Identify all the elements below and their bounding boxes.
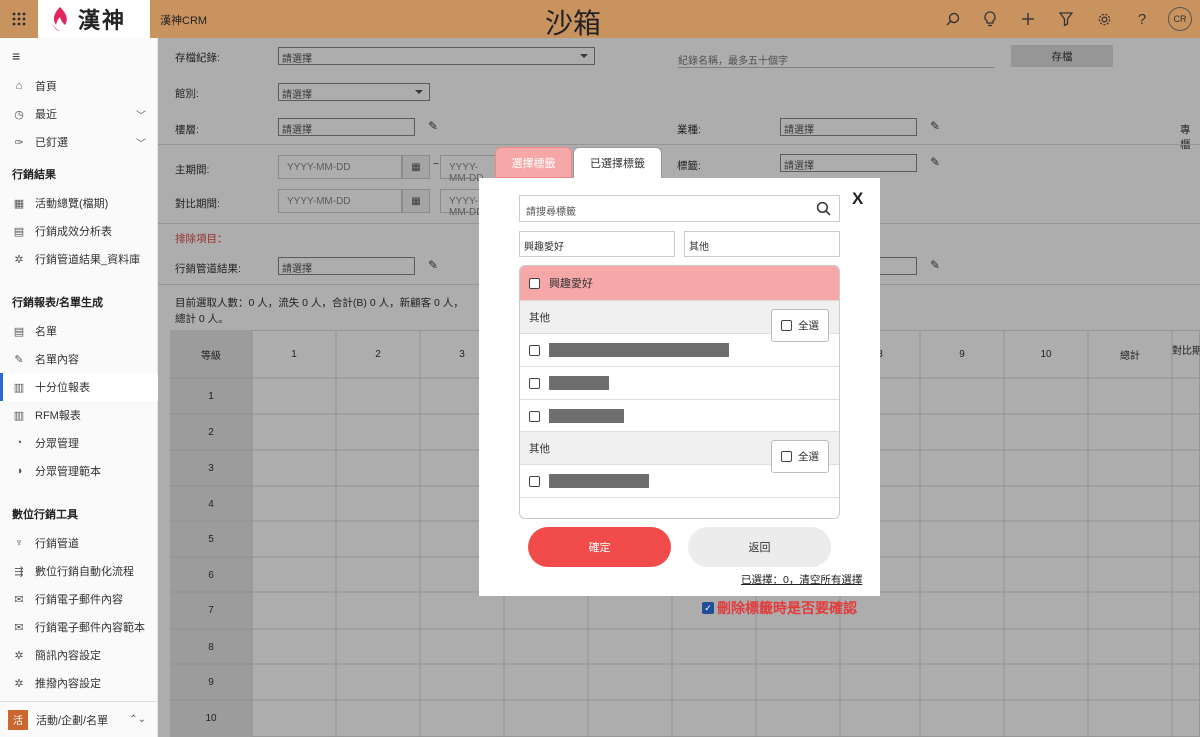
select-all-button[interactable]: 全選 (771, 440, 829, 473)
select-all-label: 全選 (798, 320, 819, 332)
category-label: 興趣愛好 (549, 278, 593, 290)
tag-checkbox[interactable] (529, 344, 540, 356)
tag-search-input[interactable]: 請搜尋標籤 (519, 195, 840, 222)
tag-row[interactable] (520, 366, 839, 399)
subcategory-filter[interactable]: 其他 (684, 231, 840, 257)
confirm-delete-label: 刪除標籤時是否要確認 (717, 600, 857, 616)
group-label: 其他 (529, 442, 550, 455)
tag-checkbox[interactable] (529, 410, 540, 422)
redacted-tag (549, 474, 649, 488)
tag-row[interactable] (520, 399, 839, 432)
tag-list: 興趣愛好 其他 其他 (519, 265, 840, 519)
group-label: 其他 (529, 311, 550, 324)
category-header[interactable]: 興趣愛好 (520, 266, 839, 300)
select-all-button[interactable]: 全選 (771, 309, 829, 342)
search-icon[interactable] (816, 201, 831, 219)
redacted-tag (549, 343, 729, 357)
category-checkbox[interactable] (529, 277, 540, 289)
close-icon[interactable]: X (852, 189, 863, 209)
tag-row-empty (520, 497, 839, 518)
checked-checkbox-icon[interactable]: ✓ (702, 602, 714, 614)
select-all-label: 全選 (798, 451, 819, 463)
tab-selected-tags[interactable]: 已選擇標籤 (573, 147, 662, 178)
category-filter[interactable]: 興趣愛好 (519, 231, 675, 257)
tag-checkbox[interactable] (529, 377, 540, 389)
tab-select-tags[interactable]: 選擇標籤 (495, 147, 572, 178)
redacted-tag (549, 409, 624, 423)
select-all-checkbox[interactable] (781, 320, 792, 331)
tag-checkbox[interactable] (529, 475, 540, 487)
confirm-button[interactable]: 確定 (528, 527, 671, 567)
clear-selection-link[interactable]: 已選擇：0，清空所有選擇 (741, 572, 862, 587)
select-all-checkbox[interactable] (781, 451, 792, 462)
back-button[interactable]: 返回 (688, 527, 831, 567)
confirm-delete-option[interactable]: ✓ 刪除標籤時是否要確認 (702, 598, 857, 618)
redacted-tag (549, 376, 609, 390)
